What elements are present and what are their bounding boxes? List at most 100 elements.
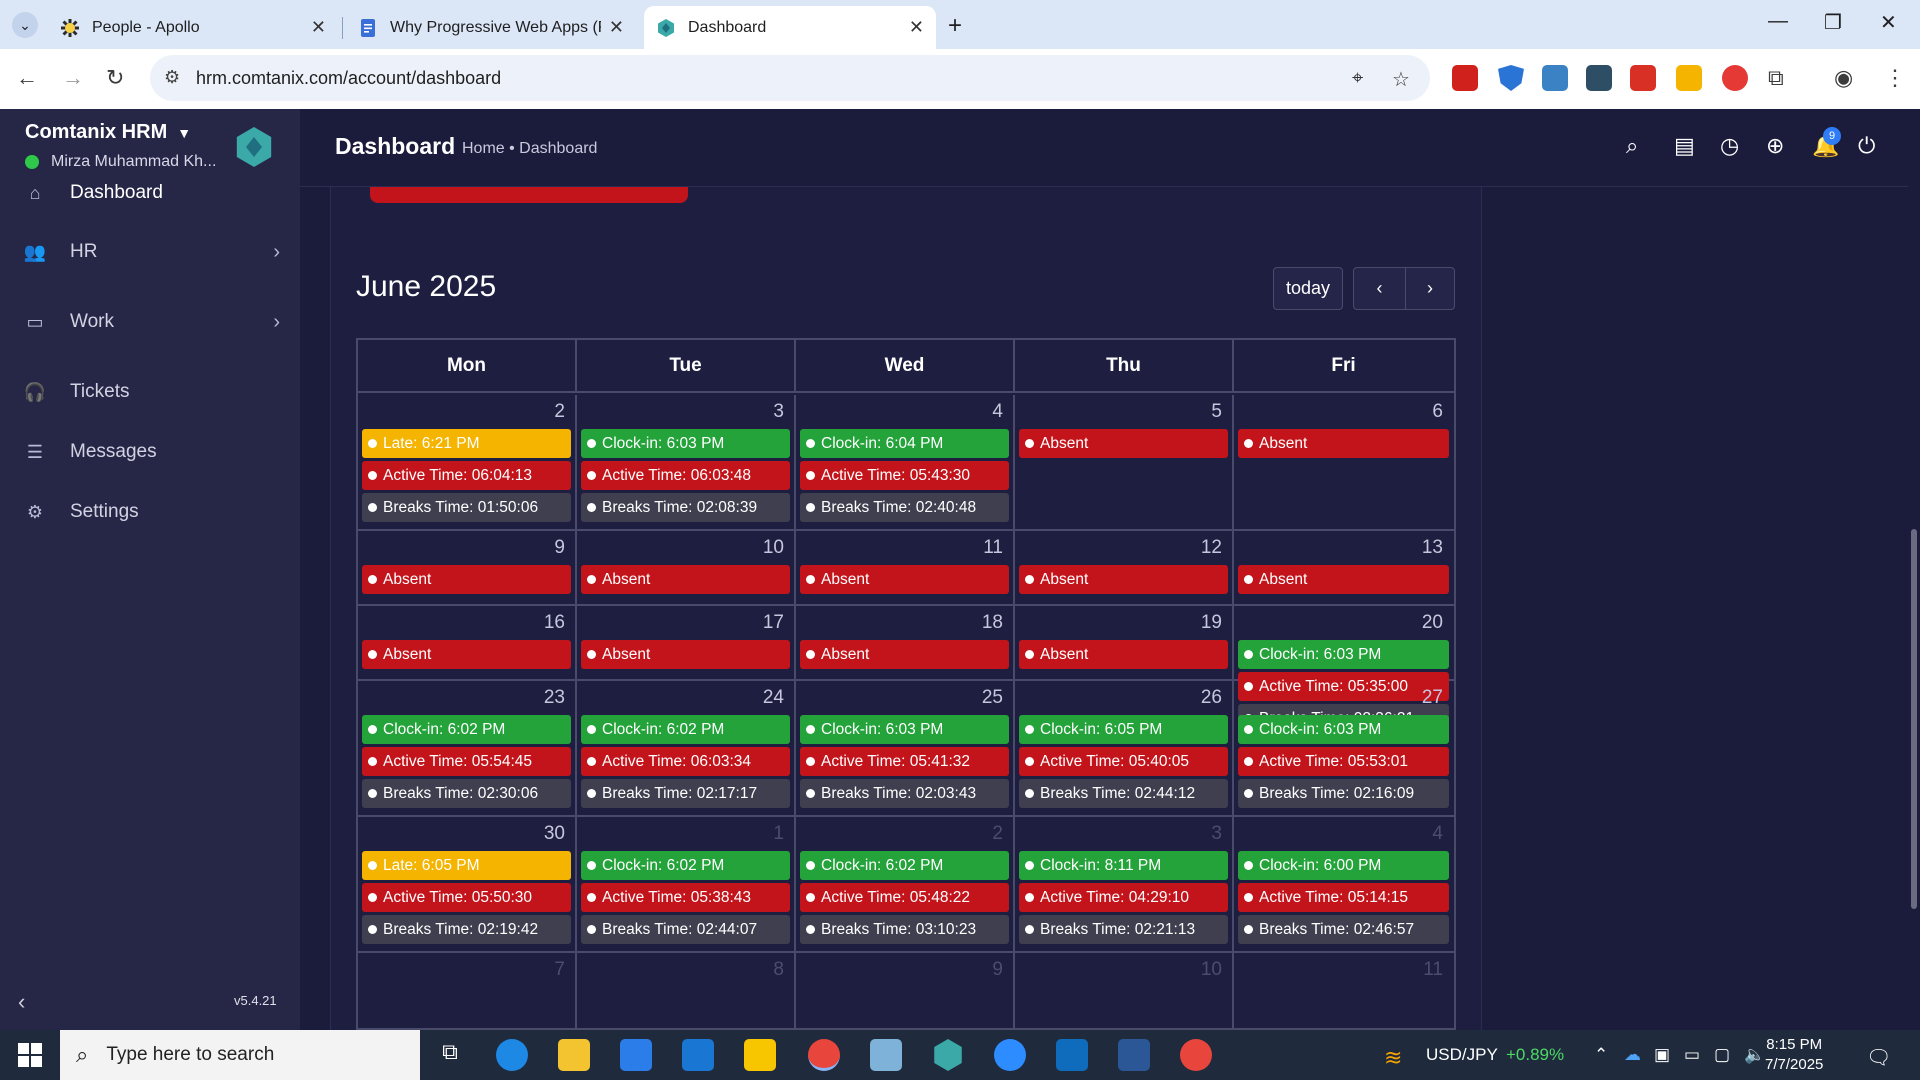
calendar-event[interactable]: Clock-in: 6:03 PM (1238, 640, 1449, 669)
calendar-day-cell[interactable]: 4 Clock-in: 6:00 PM Active Time: 05:14:15 B… (1234, 817, 1453, 951)
calendar-event[interactable]: Active Time: 05:38:43 (581, 883, 790, 912)
day-number[interactable]: 1 (773, 823, 784, 845)
sidebar-item-hr[interactable]: 👥 HR › (0, 227, 300, 277)
calendar-event[interactable]: Late: 6:21 PM (362, 429, 571, 458)
mail-icon[interactable] (682, 1039, 714, 1071)
comtanix-app-icon[interactable] (934, 1039, 962, 1071)
notepad-icon[interactable] (870, 1039, 902, 1071)
calendar-event[interactable]: Absent (362, 565, 571, 594)
red-action-bar[interactable] (370, 187, 688, 203)
edge-icon[interactable] (496, 1039, 528, 1071)
volume-muted-icon[interactable]: 🔈 (1744, 1045, 1765, 1065)
folder-extension-icon[interactable] (1586, 65, 1612, 91)
calendar-event[interactable]: Active Time: 06:03:34 (581, 747, 790, 776)
chrome-icon[interactable] (808, 1039, 840, 1071)
calendar-event[interactable]: Absent (800, 565, 1009, 594)
calendar-event[interactable]: Clock-in: 6:03 PM (581, 429, 790, 458)
tab-pwa-doc[interactable]: Why Progressive Web Apps (PWA ✕ (346, 6, 636, 49)
day-number[interactable]: 8 (773, 959, 784, 981)
calendar-event[interactable]: Breaks Time: 02:46:57 (1238, 915, 1449, 944)
calendar-event[interactable]: Breaks Time: 02:40:48 (800, 493, 1009, 522)
taskbar-search[interactable]: ⌕ Type here to search (60, 1030, 420, 1080)
calendar-day-cell[interactable]: 2 Late: 6:21 PM Active Time: 06:04:13 Break… (358, 395, 577, 529)
calendar-event[interactable]: Breaks Time: 02:08:39 (581, 493, 790, 522)
day-number[interactable]: 3 (773, 401, 784, 423)
day-number[interactable]: 26 (1201, 687, 1222, 709)
battery-icon[interactable]: ▭ (1684, 1045, 1700, 1065)
calendar-day-cell[interactable]: 25 Clock-in: 6:03 PM Active Time: 05:41:32… (796, 681, 1015, 815)
calendar-event[interactable]: Active Time: 06:04:13 (362, 461, 571, 490)
day-number[interactable]: 10 (1201, 959, 1222, 981)
calendar-event[interactable]: Clock-in: 6:02 PM (362, 715, 571, 744)
restore-icon[interactable]: ❐ (1824, 10, 1842, 35)
calendar-event[interactable]: Active Time: 05:48:22 (800, 883, 1009, 912)
word-icon[interactable] (1118, 1039, 1150, 1071)
onedrive-icon[interactable]: ☁ (1624, 1045, 1641, 1065)
calendar-day-cell[interactable]: 9 Absent (358, 531, 577, 604)
day-number[interactable]: 6 (1432, 401, 1443, 423)
calendar-day-cell[interactable]: 9 (796, 953, 1015, 1028)
calendar-event[interactable]: Breaks Time: 02:16:09 (1238, 779, 1449, 808)
sidebar-item-tickets[interactable]: 🎧 Tickets (0, 367, 300, 417)
new-tab-icon[interactable]: + (948, 12, 962, 40)
calendar-event[interactable]: Absent (1019, 429, 1228, 458)
close-tab-icon[interactable]: ✕ (311, 17, 326, 38)
notes-icon[interactable]: ▤ (1674, 133, 1695, 159)
calendar-day-cell[interactable]: 26 Clock-in: 6:05 PM Active Time: 05:40:05… (1015, 681, 1234, 815)
calendar-event[interactable]: Absent (1019, 565, 1228, 594)
calendar-day-cell[interactable]: 3 Clock-in: 8:11 PM Active Time: 04:29:10 B… (1015, 817, 1234, 951)
calendar-event[interactable]: Active Time: 05:41:32 (800, 747, 1009, 776)
sticky-notes-icon[interactable] (744, 1039, 776, 1071)
calendar-event[interactable]: Active Time: 04:29:10 (1019, 883, 1228, 912)
calendar-day-cell[interactable]: 13 Absent (1234, 531, 1453, 604)
calendar-event[interactable]: Clock-in: 6:03 PM (1238, 715, 1449, 744)
search-icon[interactable]: ⌕ (1626, 133, 1638, 159)
calendar-day-cell[interactable]: 1 Clock-in: 6:02 PM Active Time: 05:38:43 B… (577, 817, 796, 951)
day-number[interactable]: 19 (1201, 612, 1222, 634)
docs-extension-icon[interactable] (1542, 65, 1568, 91)
day-number[interactable]: 17 (763, 612, 784, 634)
ticker-symbol[interactable]: USD/JPY (1426, 1045, 1498, 1065)
calendar-day-cell[interactable]: 17 Absent (577, 606, 796, 679)
profile-icon[interactable]: ◉ (1834, 65, 1853, 91)
back-icon[interactable]: ← (16, 65, 38, 91)
tab-dashboard[interactable]: Dashboard ✕ (644, 6, 936, 49)
day-number[interactable]: 11 (983, 537, 1003, 559)
zoom-icon[interactable] (994, 1039, 1026, 1071)
add-circle-icon[interactable]: ⊕ (1766, 133, 1784, 159)
day-number[interactable]: 11 (1423, 959, 1443, 981)
calendar-day-cell[interactable]: 12 Absent (1015, 531, 1234, 604)
calendar-day-cell[interactable]: 18 Absent (796, 606, 1015, 679)
minimize-icon[interactable]: — (1768, 10, 1788, 33)
prev-month-button[interactable]: ‹ (1353, 267, 1406, 310)
tab-search-button[interactable]: ⌄ (12, 12, 38, 38)
day-number[interactable]: 4 (1432, 823, 1443, 845)
day-number[interactable]: 2 (992, 823, 1003, 845)
page-scrollbar[interactable] (1908, 109, 1920, 1030)
task-view-icon[interactable]: ⧉ (434, 1039, 466, 1071)
menu-kebab-icon[interactable]: ⋮ (1884, 65, 1906, 91)
chevron-up-icon[interactable]: ⌃ (1594, 1045, 1608, 1065)
power-icon[interactable]: ⏻ (1858, 133, 1875, 159)
day-number[interactable]: 25 (982, 687, 1003, 709)
day-number[interactable]: 4 (992, 401, 1003, 423)
day-number[interactable]: 9 (992, 959, 1003, 981)
site-settings-icon[interactable]: ⚙ (164, 67, 180, 88)
calendar-event[interactable]: Late: 6:05 PM (362, 851, 571, 880)
calendar-day-cell[interactable]: 30 Late: 6:05 PM Active Time: 05:50:30 Brea… (358, 817, 577, 951)
location-icon[interactable]: ⌖ (1352, 67, 1363, 90)
calendar-event[interactable]: Breaks Time: 02:03:43 (800, 779, 1009, 808)
calendar-event[interactable]: Active Time: 05:43:30 (800, 461, 1009, 490)
tab-apollo[interactable]: People - Apollo ✕ (48, 6, 338, 49)
calendar-event[interactable]: Active Time: 06:03:48 (581, 461, 790, 490)
day-number[interactable]: 3 (1211, 823, 1222, 845)
system-clock[interactable]: 8:15 PM 7/7/2025 (1765, 1035, 1823, 1075)
calendar-event[interactable]: Breaks Time: 03:10:23 (800, 915, 1009, 944)
address-bar[interactable]: ⚙ hrm.comtanix.com/account/dashboard ⌖ ☆ (150, 55, 1430, 101)
day-number[interactable]: 24 (763, 687, 784, 709)
calendar-day-cell[interactable]: 20 Clock-in: 6:03 PM Active Time: 05:35:00… (1234, 606, 1453, 733)
camera-icon[interactable]: ▣ (1654, 1045, 1670, 1065)
sidebar-item-messages[interactable]: ☰ Messages (0, 427, 300, 477)
day-number[interactable]: 18 (982, 612, 1003, 634)
day-number[interactable]: 20 (1422, 612, 1443, 634)
